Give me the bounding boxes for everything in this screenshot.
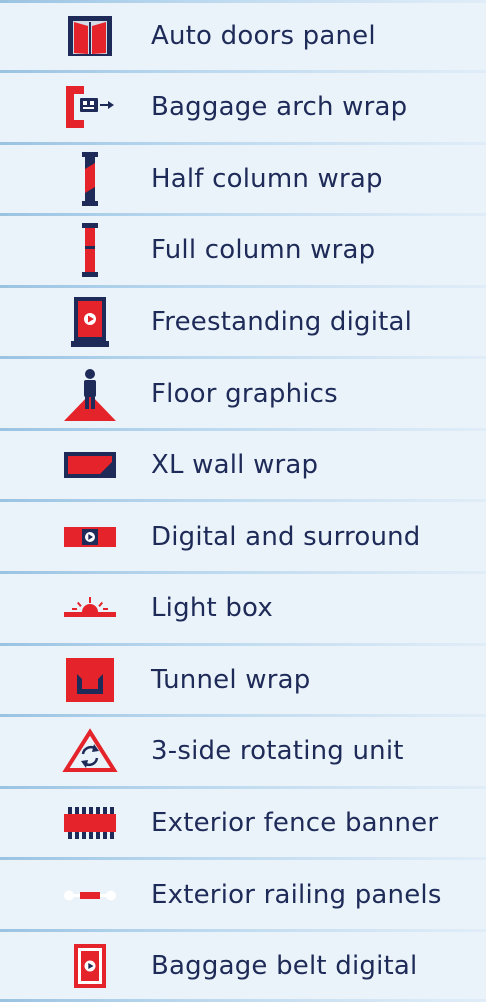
full-column-icon — [50, 222, 130, 278]
rotating-unit-icon — [50, 723, 130, 779]
list-item-half-column-wrap: Half column wrap — [0, 143, 486, 215]
list-item-auto-doors-panel: Auto doors panel — [0, 0, 486, 72]
item-label: Exterior fence banner — [151, 808, 439, 839]
item-label: Full column wrap — [151, 235, 376, 266]
item-label: Freestanding digital — [151, 307, 413, 338]
auto-doors-icon — [50, 8, 130, 64]
item-label: Light box — [151, 593, 273, 624]
item-label: Digital and surround — [151, 521, 421, 552]
xl-wall-icon — [50, 437, 130, 493]
item-label: Half column wrap — [151, 163, 383, 194]
list-item-baggage-belt-digital: Baggage belt digital — [0, 930, 486, 1002]
baggage-belt-icon — [50, 938, 130, 994]
list-item-digital-and-surround: Digital and surround — [0, 501, 486, 573]
light-box-icon — [50, 580, 130, 636]
list-item-light-box: Light box — [0, 573, 486, 645]
list-item-xl-wall-wrap: XL wall wrap — [0, 429, 486, 501]
list-item-full-column-wrap: Full column wrap — [0, 215, 486, 287]
item-label: Exterior railing panels — [151, 879, 442, 910]
list-item-freestanding-digital: Freestanding digital — [0, 286, 486, 358]
floor-graphics-icon — [50, 366, 130, 422]
baggage-arch-icon — [50, 79, 130, 135]
tunnel-wrap-icon — [50, 652, 130, 708]
item-label: 3-side rotating unit — [151, 736, 404, 767]
list-item-exterior-railing-panels: Exterior railing panels — [0, 859, 486, 931]
item-label: Tunnel wrap — [151, 664, 311, 695]
list-item-floor-graphics: Floor graphics — [0, 358, 486, 430]
item-label: XL wall wrap — [151, 450, 319, 481]
item-label: Baggage arch wrap — [151, 92, 408, 123]
item-label: Baggage belt digital — [151, 951, 418, 982]
list-item-exterior-fence-banner: Exterior fence banner — [0, 787, 486, 859]
list-item-3-side-rotating-unit: 3-side rotating unit — [0, 716, 486, 788]
freestanding-digital-icon — [50, 294, 130, 350]
format-list: Auto doors panel Baggage arch wrap Half … — [0, 0, 486, 1002]
list-item-tunnel-wrap: Tunnel wrap — [0, 644, 486, 716]
digital-surround-icon — [50, 509, 130, 565]
half-column-icon — [50, 151, 130, 207]
item-label: Auto doors panel — [151, 20, 376, 51]
item-label: Floor graphics — [151, 378, 338, 409]
fence-banner-icon — [50, 795, 130, 851]
railing-panels-icon — [50, 867, 130, 923]
list-item-baggage-arch-wrap: Baggage arch wrap — [0, 72, 486, 144]
